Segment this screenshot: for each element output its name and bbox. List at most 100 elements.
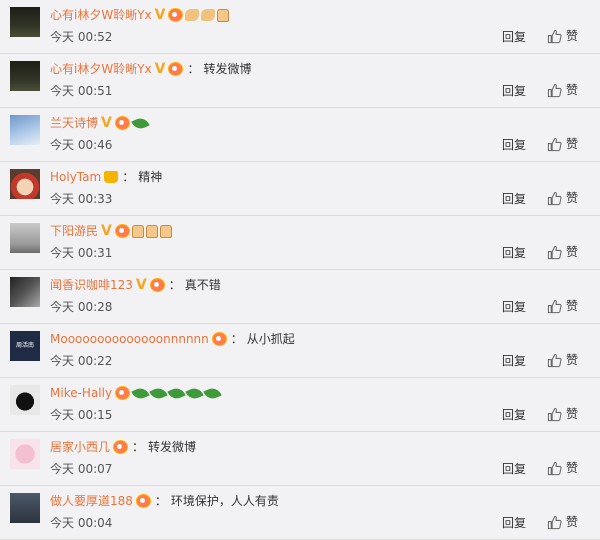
comment-text: 真不错 (184, 278, 221, 292)
comment-item: 下阳游民 V 今天 00:31 回复 赞 (0, 216, 600, 270)
username-link[interactable]: 心有i林夕W聆晰Yx (50, 60, 152, 78)
comment-item: 心有i林夕W聆晰Yx V ： 转发微博 今天 00:51 回复 赞 (0, 54, 600, 108)
avatar[interactable] (10, 223, 40, 253)
username-link[interactable]: 下阳游民 (50, 222, 98, 240)
comment-time: 今天 00:31 (50, 246, 113, 260)
like-button[interactable]: 赞 (547, 514, 578, 530)
like-label: 赞 (566, 245, 579, 259)
thumbs-up-icon (547, 83, 562, 97)
like-label: 赞 (566, 29, 579, 43)
verified-v-icon: V (101, 115, 112, 131)
reply-button[interactable]: 回复 (502, 299, 526, 315)
comment-time: 今天 00:51 (50, 84, 113, 98)
leaf-emoji-icon (167, 384, 186, 402)
username-link[interactable]: 居家小西几 (50, 438, 110, 456)
member-badge-icon (115, 386, 131, 400)
comment-colon: ： (122, 170, 135, 184)
like-button[interactable]: 赞 (547, 244, 578, 260)
avatar[interactable] (10, 115, 40, 145)
reply-button[interactable]: 回复 (502, 407, 526, 423)
avatar[interactable] (10, 169, 40, 199)
like-button[interactable]: 赞 (547, 82, 578, 98)
avatar[interactable] (10, 439, 40, 469)
comment-time: 今天 00:07 (50, 462, 113, 476)
like-button[interactable]: 赞 (547, 28, 578, 44)
reply-button[interactable]: 回复 (502, 245, 526, 261)
like-label: 赞 (566, 407, 579, 421)
username-link[interactable]: HolyTam (50, 168, 101, 186)
like-button[interactable]: 赞 (547, 406, 578, 422)
like-label: 赞 (566, 515, 579, 529)
verified-v-icon: V (154, 7, 166, 23)
thumbs-up-icon (547, 29, 562, 43)
avatar[interactable] (10, 493, 40, 523)
reply-button[interactable]: 回复 (502, 353, 526, 369)
comment-line: 做人要厚道188 ： 环境保护，人人有责 (50, 492, 279, 510)
member-badge-icon (168, 62, 184, 76)
emoji-group (183, 8, 230, 22)
comment-item: HolyTam ： 精神 今天 00:33 回复 赞 (0, 162, 600, 216)
thumbs-up-icon (547, 407, 562, 421)
comment-text: 精神 (138, 170, 163, 184)
reply-button[interactable]: 回复 (502, 83, 526, 99)
comment-colon: ： (187, 62, 200, 76)
avatar-caption: 周活南 (15, 342, 34, 349)
thumbs-up-icon (547, 299, 562, 313)
arm-emoji-icon (185, 9, 200, 21)
comment-line: 下阳游民 V (50, 222, 172, 240)
reply-button[interactable]: 回复 (502, 461, 526, 477)
reply-button[interactable]: 回复 (502, 191, 526, 207)
comment-item: 闻香识咖啡123 V ： 真不错 今天 00:28 回复 赞 (0, 270, 600, 324)
like-label: 赞 (566, 461, 579, 475)
like-label: 赞 (566, 353, 579, 367)
leaf-emoji-icon (131, 114, 150, 132)
username-link[interactable]: Mike-Hally (50, 384, 112, 402)
avatar[interactable] (10, 7, 40, 37)
comment-item: 周活南 Moooooooooooooonnnnnn ： 从小抓起 今天 00:2… (0, 324, 600, 378)
leaf-emoji-icon (185, 384, 204, 402)
thumbs-up-icon (547, 515, 562, 529)
like-button[interactable]: 赞 (547, 460, 578, 476)
like-button[interactable]: 赞 (547, 352, 578, 368)
like-label: 赞 (566, 299, 579, 313)
comment-line: 兰天诗博 V (50, 114, 150, 132)
avatar[interactable] (10, 277, 40, 307)
like-label: 赞 (566, 137, 579, 151)
username-link[interactable]: 兰天诗博 (50, 114, 98, 132)
reply-button[interactable]: 回复 (502, 29, 526, 45)
leaf-emoji-icon (203, 384, 222, 402)
like-button[interactable]: 赞 (547, 190, 578, 206)
member-badge-icon (168, 8, 184, 22)
crown-icon (104, 171, 119, 183)
comment-text: 环境保护，人人有责 (170, 494, 279, 508)
reply-button[interactable]: 回复 (502, 137, 526, 153)
comment-line: 心有i林夕W聆晰Yx V (50, 6, 230, 24)
thumbs-up-icon (547, 245, 562, 259)
username-link[interactable]: 心有i林夕W聆晰Yx (50, 6, 152, 24)
thumbs-up-icon (547, 461, 562, 475)
comment-colon: ： (132, 440, 145, 454)
emoji-group (130, 384, 222, 402)
username-link[interactable]: Moooooooooooooonnnnnn (50, 330, 209, 348)
comment-item: 心有i林夕W聆晰Yx V 今天 00:52 回复 赞 (0, 0, 600, 54)
avatar[interactable]: 周活南 (10, 331, 40, 361)
leaf-emoji-icon (149, 384, 168, 402)
comment-colon: ： (230, 332, 243, 346)
comment-line: 居家小西几 ： 转发微博 (50, 438, 196, 456)
username-link[interactable]: 做人要厚道188 (50, 492, 133, 510)
comment-colon: ： (168, 278, 181, 292)
member-badge-icon (114, 116, 130, 130)
comment-line: HolyTam ： 精神 (50, 168, 162, 186)
username-link[interactable]: 闻香识咖啡123 (50, 276, 133, 294)
like-button[interactable]: 赞 (547, 136, 578, 152)
avatar[interactable] (10, 385, 40, 415)
comment-time: 今天 00:28 (50, 300, 113, 314)
comment-item: 做人要厚道188 ： 环境保护，人人有责 今天 00:04 回复 赞 (0, 486, 600, 540)
comment-time: 今天 00:22 (50, 354, 113, 368)
comment-item: Mike-Hally 今天 00:15 回复 赞 (0, 378, 600, 432)
arm-emoji-icon (201, 9, 216, 21)
like-button[interactable]: 赞 (547, 298, 578, 314)
comment-line: 闻香识咖啡123 V ： 真不错 (50, 276, 221, 294)
avatar[interactable] (10, 61, 40, 91)
thumb-emoji-icon (131, 224, 144, 238)
